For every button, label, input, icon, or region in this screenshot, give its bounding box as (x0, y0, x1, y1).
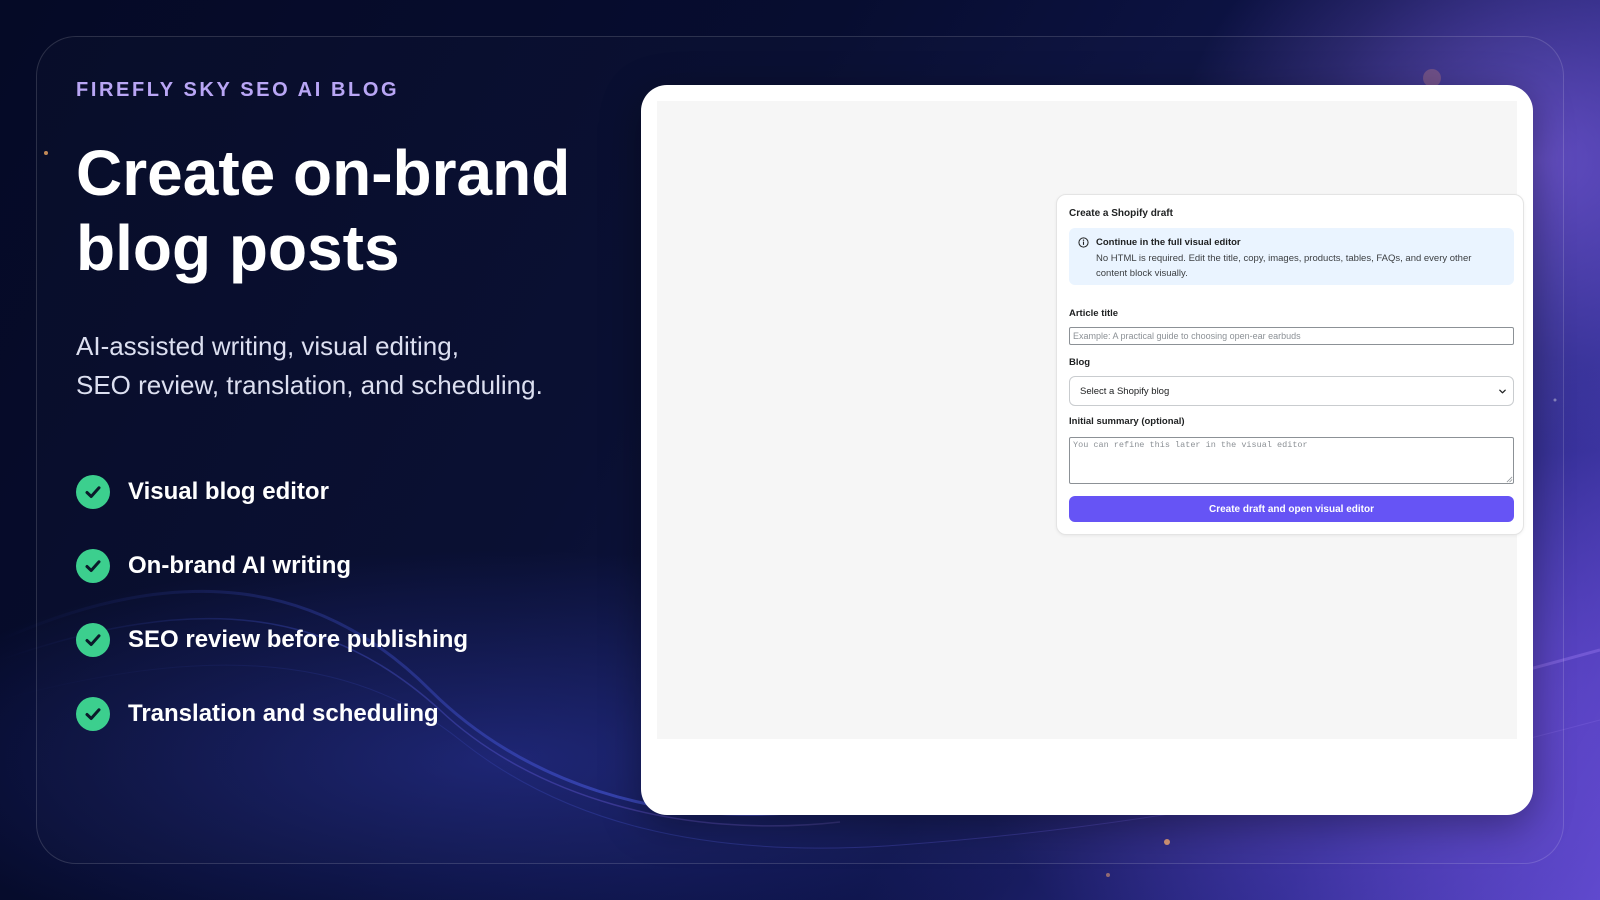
hero-headline: Create on-brand blog posts (76, 137, 571, 284)
article-title-label: Article title (1069, 308, 1119, 319)
hero-subhead: AI-assisted writing, visual editing, SEO… (76, 327, 616, 405)
blog-select[interactable]: Select a Shopify blog (1069, 376, 1514, 406)
feature-item: SEO review before publishing (76, 622, 468, 658)
blog-select-value: Select a Shopify blog (1080, 386, 1170, 397)
card-title: Create a Shopify draft (1069, 208, 1173, 219)
summary-label: Initial summary (optional) (1069, 416, 1185, 427)
subhead-line: AI-assisted writing, visual editing, (76, 331, 459, 361)
feature-item: Translation and scheduling (76, 696, 468, 732)
brand-eyebrow: FIREFLY SKY SEO AI BLOG (76, 79, 400, 101)
info-banner: Continue in the full visual editor No HT… (1069, 228, 1514, 285)
check-circle-icon (76, 623, 110, 657)
feature-label: SEO review before publishing (128, 626, 469, 653)
app-canvas: Create a Shopify draft Continue in the f… (657, 101, 1524, 739)
check-circle-icon (76, 475, 110, 509)
feature-label: Visual blog editor (128, 478, 329, 505)
subhead-line: SEO review, translation, and scheduling. (76, 370, 543, 400)
info-icon (1078, 237, 1089, 248)
app-preview-window: Create a Shopify draft Continue in the f… (641, 85, 1533, 815)
create-draft-button[interactable]: Create draft and open visual editor (1069, 496, 1514, 522)
blog-label: Blog (1069, 357, 1091, 368)
feature-item: On-brand AI writing (76, 548, 468, 584)
feature-item: Visual blog editor (76, 474, 468, 510)
chevron-down-icon (1499, 389, 1506, 394)
feature-label: On-brand AI writing (128, 552, 352, 579)
create-draft-card: Create a Shopify draft Continue in the f… (1056, 194, 1524, 535)
resize-grip-icon[interactable] (1506, 476, 1513, 483)
banner-title: Continue in the full visual editor (1096, 237, 1241, 248)
article-title-input[interactable] (1069, 327, 1514, 345)
check-circle-icon (76, 549, 110, 583)
feature-label: Translation and scheduling (128, 700, 439, 727)
summary-textarea[interactable] (1069, 437, 1514, 484)
check-circle-icon (76, 697, 110, 731)
feature-list: Visual blog editor On-brand AI writing S… (76, 474, 468, 770)
banner-body: No HTML is required. Edit the title, cop… (1096, 253, 1472, 279)
